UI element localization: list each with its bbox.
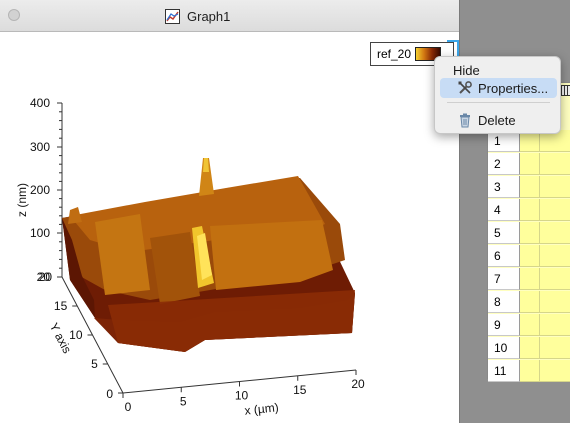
table-cell[interactable] xyxy=(520,199,570,221)
cell-divider xyxy=(539,245,540,267)
x-tick-label: 10 xyxy=(235,389,249,403)
x-tick-label: 0 xyxy=(125,400,132,414)
row-header[interactable]: 8 xyxy=(488,291,520,313)
surface-mesh xyxy=(62,158,355,352)
wrench-screwdriver-icon xyxy=(458,81,472,94)
cell-divider xyxy=(539,314,540,336)
worksheet-grid-icon[interactable] xyxy=(560,85,570,96)
x-tick-label: 15 xyxy=(293,383,307,397)
menu-item-hide[interactable]: Hide xyxy=(440,60,557,80)
graph-window-icon xyxy=(165,8,180,24)
table-cell[interactable] xyxy=(520,291,570,313)
cell-divider xyxy=(539,153,540,175)
surface-plot[interactable]: 2010020030040051015200 5 10 15 200 z (nm) Y … xyxy=(0,32,459,423)
menu-item-properties[interactable]: Properties... xyxy=(440,78,557,98)
row-header[interactable]: 11 xyxy=(488,360,520,382)
menu-item-hide-label: Hide xyxy=(453,62,480,78)
table-cell[interactable] xyxy=(520,360,570,382)
row-header[interactable]: 4 xyxy=(488,199,520,221)
menu-item-delete[interactable]: Delete xyxy=(440,110,557,130)
z-axis-title: z (nm) xyxy=(15,183,29,217)
table-cell[interactable] xyxy=(520,222,570,244)
menu-item-properties-label: Properties... xyxy=(478,80,549,96)
y-tick-label: 5 xyxy=(91,357,98,371)
row-header[interactable]: 3 xyxy=(488,176,520,198)
x-tick-label: 20 xyxy=(351,377,365,391)
row-header[interactable]: 10 xyxy=(488,337,520,359)
y-tick-label: 0 xyxy=(106,387,113,401)
row-header[interactable]: 7 xyxy=(488,268,520,290)
cell-divider xyxy=(539,360,540,382)
row-header[interactable]: 2 xyxy=(488,153,520,175)
table-cell[interactable] xyxy=(520,245,570,267)
table-cell[interactable] xyxy=(520,176,570,198)
z-tick-label: 300 xyxy=(30,140,50,154)
cell-divider xyxy=(539,268,540,290)
context-menu: Hide Properties... Delete xyxy=(434,56,561,134)
cell-divider xyxy=(539,291,540,313)
row-header[interactable]: 9 xyxy=(488,314,520,336)
cell-divider xyxy=(539,222,540,244)
table-cell[interactable] xyxy=(520,314,570,336)
z-tick-label: 400 xyxy=(30,96,50,110)
menu-item-delete-label: Delete xyxy=(478,112,516,128)
legend-label: ref_20 xyxy=(377,47,412,61)
cell-divider xyxy=(539,337,540,359)
row-header[interactable]: 6 xyxy=(488,245,520,267)
cell-divider xyxy=(539,176,540,198)
x-tick-label: 5 xyxy=(180,394,187,408)
y-tick-label: 10 xyxy=(69,328,83,342)
table-cell[interactable] xyxy=(520,337,570,359)
cell-divider xyxy=(539,199,540,221)
window-titlebar[interactable]: Graph1 xyxy=(0,0,459,32)
window-title-group: Graph1 xyxy=(164,7,230,25)
close-window-button[interactable] xyxy=(8,9,20,21)
y-tick-label: 20 xyxy=(39,270,53,284)
y-tick-label: 15 xyxy=(54,299,68,313)
window-title: Graph1 xyxy=(187,8,231,24)
row-header[interactable]: 5 xyxy=(488,222,520,244)
trash-icon xyxy=(460,113,470,128)
z-tick-label: 100 xyxy=(30,226,50,240)
table-cell[interactable] xyxy=(520,153,570,175)
z-tick-label: 200 xyxy=(30,183,50,197)
menu-separator xyxy=(447,102,550,103)
x-axis-title: x (µm) xyxy=(244,400,280,418)
table-cell[interactable] xyxy=(520,268,570,290)
